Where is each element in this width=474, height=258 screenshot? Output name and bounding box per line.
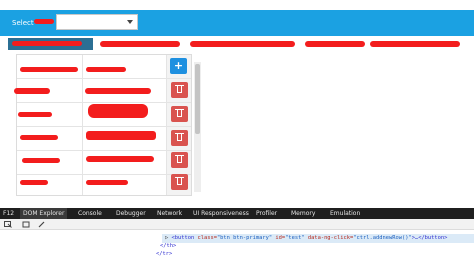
redacted-text <box>86 131 156 140</box>
devtools-toolbar <box>0 219 474 230</box>
table-row-divider <box>17 126 191 127</box>
delete-row-button[interactable] <box>171 174 188 190</box>
table-row-divider <box>17 174 191 175</box>
tab-dom-explorer[interactable]: DOM Explorer <box>20 208 68 219</box>
scrollbar-thumb[interactable] <box>195 64 200 134</box>
select-dropdown[interactable] <box>56 14 138 30</box>
tab-emulation[interactable]: Emulation <box>330 208 360 219</box>
redacted-text <box>20 135 58 140</box>
redacted-text <box>88 104 148 118</box>
trash-icon <box>177 134 182 141</box>
code-attr: data-ng-click= <box>304 235 354 241</box>
redacted-text <box>14 88 50 94</box>
data-grid <box>16 54 192 196</box>
tab-ui-responsiveness[interactable]: UI Responsiveness <box>193 208 249 219</box>
trash-icon <box>177 86 182 93</box>
trash-icon <box>177 110 182 117</box>
redacted-text <box>100 41 180 47</box>
code-tag: >…</button> <box>411 235 448 241</box>
tab-console[interactable]: Console <box>78 208 102 219</box>
redacted-text <box>18 112 52 117</box>
table-row-divider <box>17 78 191 79</box>
tab-profiler[interactable]: Profiler <box>256 208 277 219</box>
tab-debugger[interactable]: Debugger <box>116 208 146 219</box>
tab-network[interactable]: Network <box>157 208 182 219</box>
delete-row-button[interactable] <box>171 106 188 122</box>
tab-memory[interactable]: Memory <box>291 208 315 219</box>
code-attr: class= <box>194 235 217 241</box>
select-element-icon[interactable] <box>4 221 12 228</box>
code-value: "ctrl.addnewRow()" <box>353 235 412 241</box>
select-label: Select <box>12 19 34 27</box>
redacted-text <box>86 156 154 162</box>
table-row-divider <box>17 150 191 151</box>
redacted-text <box>86 67 126 72</box>
redacted-text <box>85 88 151 94</box>
redacted-text <box>12 41 82 46</box>
devtools-f12-label: F12 <box>3 210 15 217</box>
table-row-divider <box>17 102 191 103</box>
redacted-text <box>190 41 295 47</box>
delete-row-button[interactable] <box>171 130 188 146</box>
redacted-text <box>34 19 54 24</box>
redacted-text <box>22 158 60 163</box>
trash-icon <box>177 156 182 163</box>
trash-icon <box>177 178 182 185</box>
dom-explorer-tree: ▷ <button class="btn btn-primary" id="te… <box>0 230 474 258</box>
redacted-text <box>86 180 128 185</box>
add-row-button[interactable]: + <box>170 58 187 74</box>
top-toolbar: Select <box>0 10 474 36</box>
code-value: "btn btn-primary" <box>216 235 273 241</box>
code-value: "test" <box>285 235 305 241</box>
code-attr: id= <box>272 235 286 241</box>
redacted-text <box>20 67 78 72</box>
dom-node-button[interactable]: ▷ <button class="btn btn-primary" id="te… <box>165 234 447 243</box>
redacted-text <box>305 41 365 47</box>
chevron-down-icon[interactable] <box>127 20 133 24</box>
code-tag: <button <box>171 235 195 241</box>
devtools-tab-strip: F12 DOM Explorer Console Debugger Networ… <box>0 208 474 219</box>
redacted-text <box>370 41 460 47</box>
edit-icon[interactable] <box>38 221 46 228</box>
delete-row-button[interactable] <box>171 82 188 98</box>
dom-node-tr-close[interactable]: </tr> <box>156 250 172 258</box>
delete-row-button[interactable] <box>171 152 188 168</box>
layout-icon[interactable] <box>22 221 30 228</box>
redacted-text <box>20 180 48 185</box>
vertical-scrollbar[interactable] <box>194 62 201 192</box>
